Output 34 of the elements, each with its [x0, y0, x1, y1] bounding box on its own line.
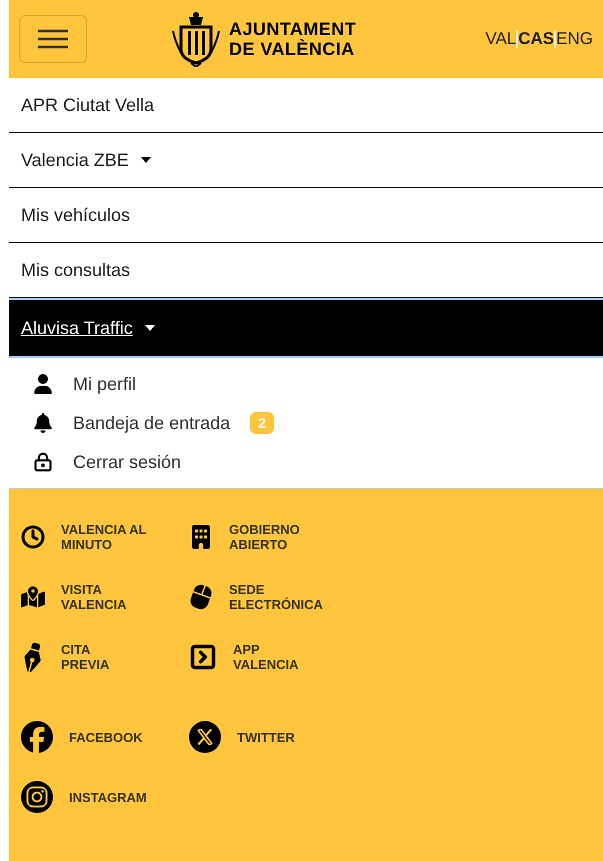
language-link[interactable]: CAS [518, 26, 554, 52]
clock-icon [21, 525, 45, 549]
count-badge: 2 [250, 412, 274, 434]
dropdown-item[interactable]: Cerrar sesión [73, 448, 182, 476]
map-icon [21, 585, 45, 609]
footer-link[interactable]: SEDE ELECTRÓNICA [229, 582, 323, 612]
bell-icon [33, 413, 53, 433]
facebook-icon [21, 721, 53, 753]
footer-link[interactable]: FACEBOOK [69, 730, 143, 744]
dropdown-item[interactable]: Bandeja de entrada [73, 410, 230, 436]
app-icon [189, 643, 217, 671]
lock-icon [33, 452, 53, 472]
coat-of-arms-icon [171, 11, 221, 67]
footer-link[interactable]: VISITA VALENCIA [61, 582, 126, 612]
footer-link[interactable]: VALENCIA AL MINUTO [61, 522, 146, 552]
building-icon [189, 525, 213, 549]
footer-link[interactable]: INSTAGRAM [69, 790, 147, 804]
instagram-icon [21, 781, 53, 813]
logo-text: AJUNTAMENT [229, 19, 356, 39]
language-link[interactable]: VAL [485, 26, 516, 52]
caret-icon [144, 325, 155, 331]
logo-text: DE VALÈNCIA [229, 39, 356, 59]
dropdown-item[interactable]: Mi perfil [73, 370, 136, 398]
footer-link[interactable]: CITA PREVIA [61, 642, 110, 672]
caret-icon [140, 157, 151, 163]
nav-item[interactable]: Aluvisa Traffic [9, 298, 603, 358]
x-icon [189, 721, 221, 753]
footer-link[interactable]: APP VALENCIA [233, 642, 298, 672]
footer-link[interactable]: TWITTER [237, 730, 295, 744]
footer-link[interactable]: GOBIERNO ABIERTO [229, 522, 300, 552]
user-icon [33, 374, 53, 394]
language-link[interactable]: ENG [556, 26, 593, 52]
menu-button[interactable] [19, 15, 87, 63]
menu-icon [38, 29, 68, 49]
